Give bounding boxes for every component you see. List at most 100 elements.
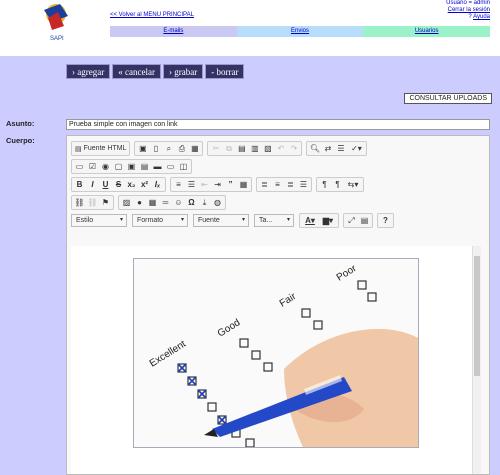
- editor-content-area[interactable]: Excellent Good Fair Poor: [71, 246, 481, 474]
- size-combo[interactable]: Ta...: [254, 214, 294, 227]
- style-combo[interactable]: Estilo: [71, 214, 127, 227]
- image-button-icon[interactable]: ▭: [164, 160, 177, 173]
- format-combo[interactable]: Formato: [132, 214, 188, 227]
- strike-icon[interactable]: S: [112, 178, 125, 191]
- select-all-icon[interactable]: ☰: [334, 142, 347, 155]
- help-prefix: ?: [468, 14, 472, 20]
- special-char-icon[interactable]: Ω: [185, 196, 198, 209]
- redo-icon[interactable]: ↷: [287, 142, 300, 155]
- copy-icon[interactable]: ⧉: [222, 142, 235, 155]
- iframe-icon[interactable]: ◍: [211, 196, 224, 209]
- main-menu: E-mails Envios Usuarios: [110, 26, 491, 37]
- save-button[interactable]: › grabar: [162, 64, 204, 79]
- paste-word-icon[interactable]: ▧: [261, 142, 274, 155]
- page-break-icon[interactable]: ⤓: [198, 196, 211, 209]
- numbered-list-icon[interactable]: ≡: [172, 178, 185, 191]
- new-page-icon[interactable]: ▯: [149, 142, 162, 155]
- header: SAPI << Volver al MENU PRINCIPAL Usuario…: [0, 0, 500, 56]
- back-to-menu-link[interactable]: << Volver al MENU PRINCIPAL: [110, 12, 194, 18]
- flash-icon[interactable]: ●: [133, 196, 146, 209]
- logo: SAPI: [38, 0, 74, 42]
- rich-text-editor: ▤Fuente HTML ▣ ▯ ⌕ ⎙ ▦ ✂ ⧉ ▤ ▥ ▧ ↶ ↷ 🔍︎: [66, 135, 490, 475]
- subject-label: Asunto:: [6, 119, 35, 128]
- toolbar-row-5: Estilo Formato Fuente Ta... A▾ ▆▾ ⤢ ▤ ?: [71, 213, 397, 228]
- menu-usuarios[interactable]: Usuarios: [415, 28, 439, 34]
- textfield-icon[interactable]: ▢: [112, 160, 125, 173]
- bg-color-icon[interactable]: ▆▾: [319, 214, 337, 227]
- justify-icon[interactable]: ☰: [297, 178, 310, 191]
- language-icon[interactable]: ⇆▾: [344, 178, 362, 191]
- spellcheck-icon[interactable]: ✓▾: [347, 142, 365, 155]
- subject-input[interactable]: Prueba simple con imagen con link: [66, 119, 490, 130]
- anchor-icon[interactable]: ⚑: [99, 196, 112, 209]
- svg-text:SAPI: SAPI: [50, 36, 64, 42]
- about-icon[interactable]: ?: [379, 214, 392, 227]
- paste-icon[interactable]: ▤: [235, 142, 248, 155]
- cancel-button[interactable]: « cancelar: [112, 64, 161, 79]
- add-button[interactable]: › agregar: [66, 64, 111, 79]
- button-icon[interactable]: ▬: [151, 160, 164, 173]
- div-icon[interactable]: ▦: [237, 178, 250, 191]
- bold-icon[interactable]: B: [73, 178, 86, 191]
- smiley-icon[interactable]: ☺: [172, 196, 185, 209]
- superscript-icon[interactable]: x²: [138, 178, 151, 191]
- user-box: Usuario = admin Cerrar la sesión ? Ayuda: [446, 0, 490, 21]
- textarea-icon[interactable]: ▣: [125, 160, 138, 173]
- text-color-icon[interactable]: A▾: [301, 214, 319, 227]
- print-icon[interactable]: ⎙: [175, 142, 188, 155]
- font-combo[interactable]: Fuente: [193, 214, 249, 227]
- underline-icon[interactable]: U: [99, 178, 112, 191]
- horizontal-rule-icon[interactable]: ═: [159, 196, 172, 209]
- align-left-icon[interactable]: ≣: [258, 178, 271, 191]
- templates-icon[interactable]: ▦: [188, 142, 201, 155]
- source-html-button[interactable]: ▤ Fuente HTML: [73, 142, 128, 155]
- outdent-icon[interactable]: ⇤: [198, 178, 211, 191]
- hidden-field-icon[interactable]: ◫: [177, 160, 190, 173]
- rtl-icon[interactable]: ¶: [331, 178, 344, 191]
- scrollbar-thumb[interactable]: [474, 256, 480, 376]
- body-label: Cuerpo:: [6, 136, 35, 145]
- action-buttons: › agregar « cancelar › grabar - borrar: [66, 64, 245, 79]
- table-icon[interactable]: ▦: [146, 196, 159, 209]
- italic-icon[interactable]: I: [86, 178, 99, 191]
- menu-emails[interactable]: E-mails: [163, 28, 183, 34]
- find-icon[interactable]: 🔍︎: [308, 142, 321, 155]
- delete-button[interactable]: - borrar: [205, 64, 245, 79]
- help-link[interactable]: Ayuda: [473, 14, 490, 20]
- link-icon[interactable]: ⛓: [73, 196, 86, 209]
- consult-uploads-button[interactable]: CONSULTAR UPLOADS: [404, 93, 492, 104]
- blockquote-icon[interactable]: ”: [224, 178, 237, 191]
- menu-envios[interactable]: Envios: [291, 28, 309, 34]
- toolbar-row-1: ▤Fuente HTML ▣ ▯ ⌕ ⎙ ▦ ✂ ⧉ ▤ ▥ ▧ ↶ ↷ 🔍︎: [71, 141, 370, 156]
- main-panel: › agregar « cancelar › grabar - borrar C…: [0, 56, 500, 475]
- logout-link[interactable]: Cerrar la sesión: [448, 7, 490, 13]
- source-icon: ▤: [75, 145, 82, 153]
- show-blocks-icon[interactable]: ▤: [358, 214, 371, 227]
- subscript-icon[interactable]: x₂: [125, 178, 138, 191]
- form-icon[interactable]: ▭: [73, 160, 86, 173]
- survey-image[interactable]: Excellent Good Fair Poor: [133, 258, 419, 448]
- image-icon[interactable]: ▨: [120, 196, 133, 209]
- toolbar-row-2: ▭ ☑ ◉ ▢ ▣ ▤ ▬ ▭ ◫: [71, 159, 195, 174]
- maximize-icon[interactable]: ⤢: [345, 214, 358, 227]
- toolbar-row-4: ⛓ ⛓ ⚑ ▨ ● ▦ ═ ☺ Ω ⤓ ◍: [71, 195, 229, 210]
- checkbox-icon[interactable]: ☑: [86, 160, 99, 173]
- save-icon[interactable]: ▣: [136, 142, 149, 155]
- toolbar-row-3: B I U S x₂ x² Iₓ ≡ ☰ ⇤ ⇥ ” ▦ ≣ ≡ ≣ ☰ ¶ ¶…: [71, 177, 367, 192]
- unlink-icon[interactable]: ⛓: [86, 196, 99, 209]
- remove-format-icon[interactable]: Iₓ: [151, 178, 164, 191]
- radio-icon[interactable]: ◉: [99, 160, 112, 173]
- paste-text-icon[interactable]: ▥: [248, 142, 261, 155]
- align-right-icon[interactable]: ≣: [284, 178, 297, 191]
- align-center-icon[interactable]: ≡: [271, 178, 284, 191]
- bulleted-list-icon[interactable]: ☰: [185, 178, 198, 191]
- ltr-icon[interactable]: ¶: [318, 178, 331, 191]
- editor-scrollbar[interactable]: [472, 246, 481, 474]
- undo-icon[interactable]: ↶: [274, 142, 287, 155]
- indent-icon[interactable]: ⇥: [211, 178, 224, 191]
- select-icon[interactable]: ▤: [138, 160, 151, 173]
- user-label: Usuario = admin: [446, 0, 490, 6]
- preview-icon[interactable]: ⌕: [162, 142, 175, 155]
- cut-icon[interactable]: ✂: [209, 142, 222, 155]
- replace-icon[interactable]: ⇄: [321, 142, 334, 155]
